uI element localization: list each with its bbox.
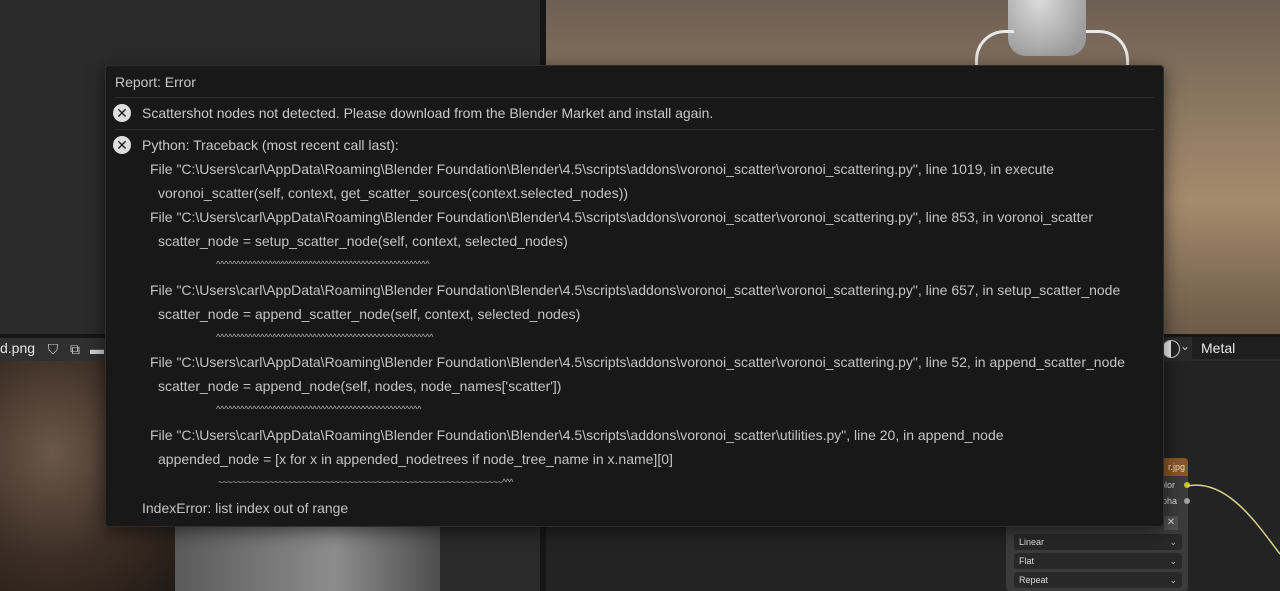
report-divider [115,129,1154,130]
folder-icon[interactable]: ▬ [88,340,106,358]
traceback-heading: Python: Traceback (most recent call last… [142,137,399,153]
chevron-down-icon[interactable]: ⌄ [1180,339,1190,353]
traceback-tilde-marker: ~~~~~~~~~~~~~~~~~~~~~~~~~~~~~~~~~~~~~~~~… [218,477,513,487]
traceback-file-line: File "C:\Users\carl\AppData\Roaming\Blen… [150,354,1125,370]
node-link-wire [1187,484,1280,555]
duplicate-icon[interactable]: ⧉ [66,340,84,358]
index-error-line: IndexError: list index out of range [142,500,349,516]
traceback-file-line: File "C:\Users\carl\AppData\Roaming\Blen… [150,209,1093,225]
shield-icon[interactable]: ⛉ [44,340,62,358]
image-preview-strip [175,525,440,591]
report-divider [115,97,1154,98]
extension-value: Repeat [1019,575,1049,585]
traceback-code-line: scatter_node = setup_scatter_node(self, … [158,233,568,249]
traceback-caret-marker: ^^^^^^^^^^^^^^^^^^^^^^^^^^^^^^^^^^^^^^^^… [216,332,434,342]
traceback-file-line: File "C:\Users\carl\AppData\Roaming\Blen… [150,282,1121,298]
traceback-caret-marker: ^^^^^^^^^^^^^^^^^^^^^^^^^^^^^^^^^^^^^^^^… [216,404,422,414]
interpolation-value: Linear [1019,537,1045,547]
traceback-file-line: File "C:\Users\carl\AppData\Roaming\Blen… [150,161,1055,177]
traceback-code-line: appended_node = [x for x in appended_nod… [158,451,673,467]
projection-value: Flat [1019,556,1035,566]
traceback-caret-marker: ^^^^^^^^^^^^^^^^^^^^^^^^^^^^^^^^^^^^^^^^… [216,259,430,269]
projection-dropdown[interactable]: Flat ⌄ [1014,553,1182,569]
chevron-down-icon: ⌄ [1169,575,1177,585]
error-report-popup[interactable]: Report: Error ✕ Scattershot nodes not de… [105,65,1164,527]
error-x-icon: ✕ [113,136,131,154]
interpolation-dropdown[interactable]: Linear ⌄ [1014,534,1182,550]
report-title: Report: Error [115,74,196,90]
chevron-down-icon: ⌄ [1169,556,1177,566]
material-name-field[interactable]: Metal [1192,337,1280,359]
traceback-code-line: scatter_node = append_scatter_node(self,… [158,306,581,322]
traceback-code-line: voronoi_scatter(self, context, get_scatt… [158,185,629,201]
node-title[interactable]: r.jpg [1160,458,1188,476]
robot-head-model [1008,0,1086,56]
traceback-code-line: scatter_node = append_node(self, nodes, … [158,378,562,394]
image-name-field[interactable]: d.png [0,340,35,356]
chevron-down-icon: ⌄ [1169,537,1177,547]
close-icon[interactable]: ✕ [1164,516,1178,530]
material-preview-icon[interactable] [1162,340,1180,358]
blender-window: d.png ⛉ ⧉ ▬ ⌄ Metal r.jpg olor lpha ✕ Li… [0,0,1280,591]
error-message: Scattershot nodes not detected. Please d… [142,105,714,121]
traceback-file-line: File "C:\Users\carl\AppData\Roaming\Blen… [150,427,1004,443]
extension-dropdown[interactable]: Repeat ⌄ [1014,572,1182,588]
error-x-icon: ✕ [113,104,131,122]
